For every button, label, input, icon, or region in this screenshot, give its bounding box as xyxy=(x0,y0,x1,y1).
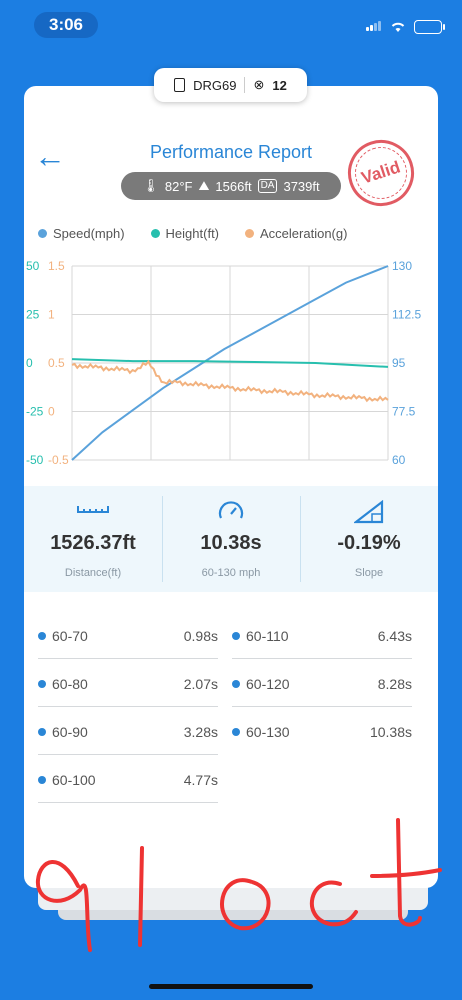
report-card: ← Performance Report Valid 🌡 82°F ⛰ 1566… xyxy=(24,86,438,888)
legend-dot xyxy=(245,229,255,238)
split-range: 60-130 xyxy=(246,724,290,740)
divider xyxy=(232,706,412,707)
split-range: 60-100 xyxy=(52,772,96,788)
tick-label: 95 xyxy=(392,356,406,370)
bullet-dot xyxy=(38,632,46,640)
split-time: 10.38s xyxy=(369,724,412,740)
altitude: 1566ft xyxy=(215,178,252,194)
bullet-dot xyxy=(232,632,240,640)
split-range: 60-70 xyxy=(52,628,88,644)
split-time: 3.28s xyxy=(183,724,218,740)
stat-label: 60-130 mph xyxy=(201,567,261,579)
stat-label: Slope xyxy=(354,567,384,579)
performance-chart: 50 25 0 -25 -50 1.5 1 0.5 0 -0.5 130 112.5 95 77.5 60 xyxy=(26,259,421,467)
home-indicator[interactable] xyxy=(149,984,313,989)
split-time: 6.43s xyxy=(377,628,412,644)
bullet-dot xyxy=(38,776,46,784)
tick-label: 130 xyxy=(392,259,412,273)
split-time: 2.07s xyxy=(183,676,218,692)
split-range: 60-80 xyxy=(52,676,88,692)
battery-icon xyxy=(414,20,445,34)
stat-slope: -0.19% Slope xyxy=(300,486,438,592)
split-row: 60-120 8.28s xyxy=(232,666,412,712)
stat-time: 10.38s 60-130 mph xyxy=(162,486,300,592)
mountain-icon: ⛰ xyxy=(198,178,210,193)
split-range: 60-120 xyxy=(246,676,290,692)
divider xyxy=(38,802,218,803)
tick-label: 25 xyxy=(26,308,40,322)
split-time: 0.98s xyxy=(183,628,218,644)
wifi-icon xyxy=(391,22,405,32)
satellite-count: 12 xyxy=(272,77,287,93)
divider xyxy=(38,658,218,659)
tick-label: -25 xyxy=(26,405,44,419)
stat-value: 10.38s xyxy=(200,532,262,554)
split-row: 60-70 0.98s xyxy=(38,618,218,664)
stat-value: -0.19% xyxy=(337,532,401,554)
tick-label: -0.5 xyxy=(48,453,69,467)
slope-icon xyxy=(300,500,438,524)
stat-value: 1526.37ft xyxy=(50,532,136,554)
density-altitude: 3739ft xyxy=(283,178,320,194)
stamp-label: Valid xyxy=(359,157,403,188)
tick-label: 1 xyxy=(48,308,55,322)
divider xyxy=(244,77,246,93)
tick-label: 60 xyxy=(392,453,406,467)
status-time: 3:06 xyxy=(34,12,98,38)
divider xyxy=(38,754,218,755)
split-range: 60-90 xyxy=(52,724,88,740)
stats-panel: 1526.37ft Distance(ft) 10.38s 60-130 mph… xyxy=(24,486,438,592)
legend-item[interactable]: Acceleration(g) xyxy=(245,226,347,241)
tick-label: 77.5 xyxy=(392,405,416,419)
tick-label: 0 xyxy=(48,405,55,419)
split-row: 60-130 10.38s xyxy=(232,714,412,760)
status-icons xyxy=(366,18,445,36)
split-row: 60-90 3.28s xyxy=(38,714,218,760)
bullet-dot xyxy=(232,728,240,736)
split-row: 60-80 2.07s xyxy=(38,666,218,712)
bullet-dot xyxy=(232,680,240,688)
split-row: 60-110 6.43s xyxy=(232,618,412,664)
thermometer-icon: 🌡 xyxy=(142,178,159,193)
tick-label: 0.5 xyxy=(48,356,65,370)
device-pill[interactable]: DRG69 ⊗ 12 xyxy=(154,68,307,102)
da-label: DA xyxy=(257,179,278,193)
tick-label: 50 xyxy=(26,259,40,273)
split-time: 8.28s xyxy=(377,676,412,692)
device-icon xyxy=(174,78,186,92)
legend-label: Acceleration(g) xyxy=(260,226,348,241)
tick-label: -50 xyxy=(26,453,44,467)
stat-distance: 1526.37ft Distance(ft) xyxy=(24,486,162,592)
device-name: DRG69 xyxy=(193,77,237,93)
legend-dot xyxy=(38,229,47,238)
tick-label: 0 xyxy=(26,356,33,370)
legend-dot xyxy=(150,229,160,238)
legend-label: Height(ft) xyxy=(165,226,220,241)
legend-label: Speed(mph) xyxy=(53,226,125,241)
bullet-dot xyxy=(38,728,46,736)
satellite-icon: ⊗ xyxy=(253,77,265,92)
split-row: 60-100 4.77s xyxy=(38,762,218,808)
speedometer-icon xyxy=(162,500,300,524)
signal-icon xyxy=(366,18,382,36)
chart-legend: Speed(mph) Height(ft) Acceleration(g) xyxy=(38,226,347,241)
legend-item[interactable]: Speed(mph) xyxy=(38,226,125,241)
bullet-dot xyxy=(38,680,46,688)
split-time: 4.77s xyxy=(183,772,218,788)
ruler-icon xyxy=(24,500,162,524)
split-range: 60-110 xyxy=(246,628,289,644)
conditions-pill: 🌡 82°F ⛰ 1566ft DA 3739ft xyxy=(121,172,341,200)
tick-label: 1.5 xyxy=(48,259,65,273)
divider xyxy=(232,658,412,659)
legend-item[interactable]: Height(ft) xyxy=(150,226,220,241)
tick-label: 112.5 xyxy=(392,308,421,322)
stat-label: Distance(ft) xyxy=(64,567,122,579)
divider xyxy=(38,706,218,707)
temperature: 82°F xyxy=(164,178,193,194)
